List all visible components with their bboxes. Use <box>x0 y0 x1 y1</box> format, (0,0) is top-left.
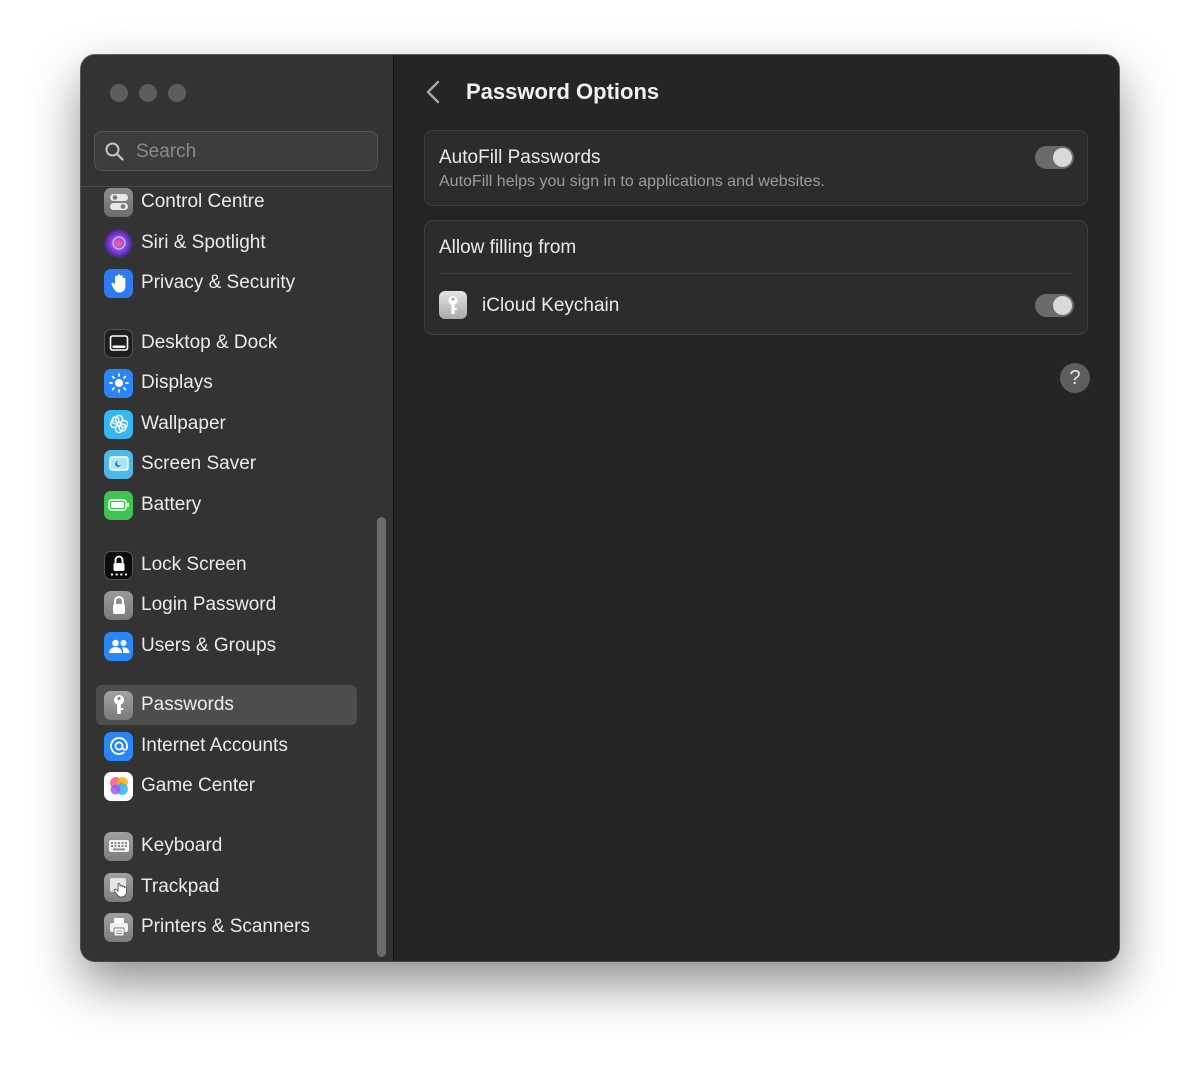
hand-icon <box>104 268 133 298</box>
dock-icon <box>104 328 133 358</box>
autofill-toggle[interactable] <box>1035 146 1074 169</box>
sidebar-item-label: Keyboard <box>141 835 223 856</box>
search-field[interactable] <box>94 131 378 172</box>
help-button[interactable]: ? <box>1060 363 1090 393</box>
siri-icon <box>104 228 133 258</box>
flower-icon <box>104 409 133 439</box>
sidebar-item-control-centre[interactable]: Control Centre <box>96 182 357 222</box>
zoom-button[interactable] <box>168 84 186 102</box>
sidebar-item-label: Users & Groups <box>141 635 277 656</box>
game-center-icon <box>104 771 133 801</box>
autofill-title: AutoFill Passwords <box>439 147 601 168</box>
sidebar-item-label: Printers & Scanners <box>141 916 310 937</box>
sidebar-scrollbar[interactable] <box>377 517 386 957</box>
toggle-knob <box>1053 296 1072 315</box>
back-chevron-icon[interactable] <box>423 79 445 105</box>
sidebar-item-battery[interactable]: Battery <box>96 485 357 525</box>
sidebar-item-printers-scanners[interactable]: Printers & Scanners <box>96 907 357 947</box>
sidebar-item-label: Desktop & Dock <box>141 332 278 353</box>
sidebar-item-label: Battery <box>141 494 202 515</box>
users-icon <box>104 631 133 661</box>
sidebar-item-desktop-dock[interactable]: Desktop & Dock <box>96 323 357 363</box>
sidebar-item-siri-spotlight[interactable]: Siri & Spotlight <box>96 223 357 263</box>
main-content: Password Options AutoFill Passwords Auto… <box>394 55 1119 961</box>
battery-icon <box>104 490 133 520</box>
sidebar-item-label: Game Center <box>141 775 256 796</box>
trackpad-icon <box>104 872 133 902</box>
sidebar-item-trackpad[interactable]: Trackpad <box>96 867 357 907</box>
keychain-key-icon <box>439 291 467 319</box>
settings-window: Control Centre Siri & Spotlight Privacy … <box>81 55 1119 961</box>
sidebar-item-privacy-security[interactable]: Privacy & Security <box>96 263 357 303</box>
sidebar-item-wallpaper[interactable]: Wallpaper <box>96 404 357 444</box>
card-divider <box>439 273 1073 274</box>
sidebar-item-login-password[interactable]: Login Password <box>96 585 357 625</box>
printer-icon <box>104 912 133 942</box>
sidebar-item-label: Control Centre <box>141 191 265 212</box>
autofill-card: AutoFill Passwords AutoFill helps you si… <box>424 130 1088 206</box>
lock-screen-icon <box>104 550 133 580</box>
padlock-icon <box>104 590 133 620</box>
close-button[interactable] <box>110 84 128 102</box>
at-sign-icon <box>104 731 133 761</box>
sidebar-item-label: Wallpaper <box>141 413 226 434</box>
sun-icon <box>104 368 133 398</box>
sidebar-item-label: Displays <box>141 372 213 393</box>
page-title: Password Options <box>466 79 660 104</box>
key-icon <box>104 690 133 720</box>
autofill-subtitle: AutoFill helps you sign in to applicatio… <box>439 173 825 190</box>
sidebar-item-passwords[interactable]: Passwords <box>96 685 357 725</box>
search-icon <box>105 142 124 161</box>
sidebar-item-label: Privacy & Security <box>141 272 296 293</box>
sidebar-item-label: Siri & Spotlight <box>141 232 266 253</box>
minimize-button[interactable] <box>139 84 157 102</box>
sidebar-item-displays[interactable]: Displays <box>96 363 357 403</box>
icloud-keychain-label: iCloud Keychain <box>482 295 620 316</box>
sidebar-item-label: Trackpad <box>141 876 220 897</box>
sidebar-item-label: Screen Saver <box>141 453 257 474</box>
sidebar-item-label: Passwords <box>141 694 234 715</box>
sidebar-item-internet-accounts[interactable]: Internet Accounts <box>96 726 357 766</box>
sidebar-item-screen-saver[interactable]: Screen Saver <box>96 444 357 484</box>
sidebar-item-users-groups[interactable]: Users & Groups <box>96 626 357 666</box>
allow-filling-card: Allow filling from iCloud Keychain <box>424 220 1088 335</box>
sidebar-item-lock-screen[interactable]: Lock Screen <box>96 545 357 585</box>
allow-filling-header: Allow filling from <box>439 237 577 258</box>
icloud-keychain-toggle[interactable] <box>1035 294 1074 317</box>
sidebar-item-keyboard[interactable]: Keyboard <box>96 826 357 866</box>
window-controls <box>110 84 186 102</box>
sidebar: Control Centre Siri & Spotlight Privacy … <box>81 55 394 961</box>
keyboard-icon <box>104 831 133 861</box>
sidebar-item-label: Lock Screen <box>141 554 247 575</box>
toggle-knob <box>1053 148 1072 167</box>
search-input[interactable] <box>134 132 373 172</box>
sidebar-item-label: Login Password <box>141 594 277 615</box>
sidebar-item-game-center[interactable]: Game Center <box>96 766 357 806</box>
sidebar-item-label: Internet Accounts <box>141 735 288 756</box>
control-centre-icon <box>104 187 133 217</box>
screen-saver-icon <box>104 449 133 479</box>
